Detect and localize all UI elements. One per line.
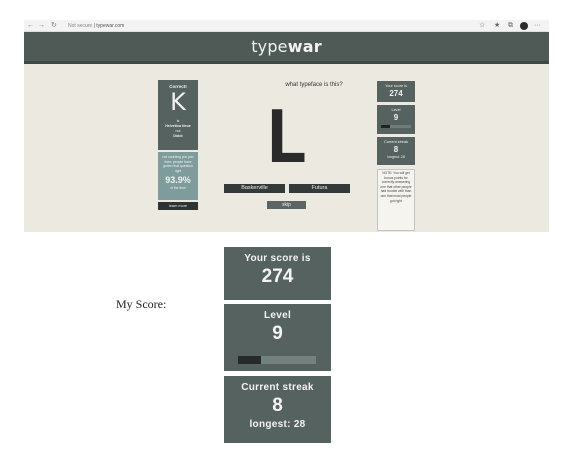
reload-icon[interactable]: ↻ <box>51 21 57 31</box>
score-value: 274 <box>389 89 403 98</box>
url-text: typewar.com <box>96 23 125 29</box>
correct-letter: K <box>170 88 186 116</box>
favorite-icon[interactable]: ★ <box>494 21 500 31</box>
stat-percent: 93.9% <box>165 175 191 186</box>
address-bar[interactable]: Not secure | typewar.com <box>68 21 124 31</box>
site-logo[interactable]: typewar <box>251 37 322 56</box>
reader-icon[interactable]: ☆ <box>479 21 485 31</box>
learn-more-button[interactable]: learn more <box>158 202 198 210</box>
my-level-progress-fill <box>238 356 262 364</box>
my-streak-value: 8 <box>272 395 283 416</box>
correct-answer-card: Correct! K is Helvetica Neue not Didot <box>158 80 198 150</box>
specimen-letter: L <box>264 95 308 179</box>
streak-label: Current streak <box>383 140 409 144</box>
avatar[interactable] <box>520 22 528 30</box>
streak-card: Current streak 8 longest: 28 <box>377 137 415 165</box>
level-progress-bar <box>381 125 411 128</box>
my-level-label: Level <box>263 310 292 321</box>
skip-button[interactable]: skip <box>267 201 306 209</box>
site-header: typewar <box>24 32 549 64</box>
my-score-value: 274 <box>261 266 294 287</box>
security-text: Not secure <box>68 23 93 29</box>
browser-toolbar: ← → ↻ Not secure | typewar.com ☆ ★ ⧉ ··· <box>24 20 549 32</box>
my-score-label: My Score: <box>116 297 167 311</box>
my-score-label-text: Your score is <box>244 253 311 264</box>
level-value: 9 <box>393 113 399 122</box>
collections-icon[interactable]: ⧉ <box>508 21 513 31</box>
bonus-note: NOTE: You will get bonus points for corr… <box>377 169 415 231</box>
streak-longest: longest: 28 <box>387 155 405 159</box>
level-label: Level <box>391 108 401 112</box>
back-icon[interactable]: ← <box>27 21 34 31</box>
my-streak-card: Current streak 8 longest: 28 <box>224 376 331 443</box>
level-card: Level 9 <box>377 105 415 134</box>
my-level-card: Level 9 <box>224 304 331 371</box>
choice-button-2[interactable]: Futura <box>289 184 350 193</box>
my-level-value: 9 <box>272 323 283 344</box>
my-streak-label: Current streak <box>241 382 314 393</box>
forward-icon[interactable]: → <box>38 21 45 31</box>
logo-prefix: type <box>251 37 288 56</box>
stat-text: not counting you just then, people have … <box>162 155 194 173</box>
more-icon[interactable]: ··· <box>534 21 541 31</box>
streak-value: 8 <box>393 145 399 154</box>
my-level-progress-bar <box>238 356 316 364</box>
score-card: Your score is 274 <box>377 81 415 102</box>
my-streak-longest: longest: 28 <box>249 419 306 430</box>
stat-card: not counting you just then, people have … <box>158 152 198 200</box>
correct-other-font: Didot <box>173 134 183 138</box>
score-label: Your score is <box>385 84 407 88</box>
choice-button-1[interactable]: Baskerville <box>224 184 285 193</box>
logo-bold: war <box>287 37 322 56</box>
my-score-card: Your score is 274 <box>224 247 331 300</box>
stat-suffix: of the time <box>170 186 186 191</box>
typewar-page: typewar Correct! K is Helvetica Neue not… <box>24 32 549 232</box>
level-progress-fill <box>381 125 390 128</box>
